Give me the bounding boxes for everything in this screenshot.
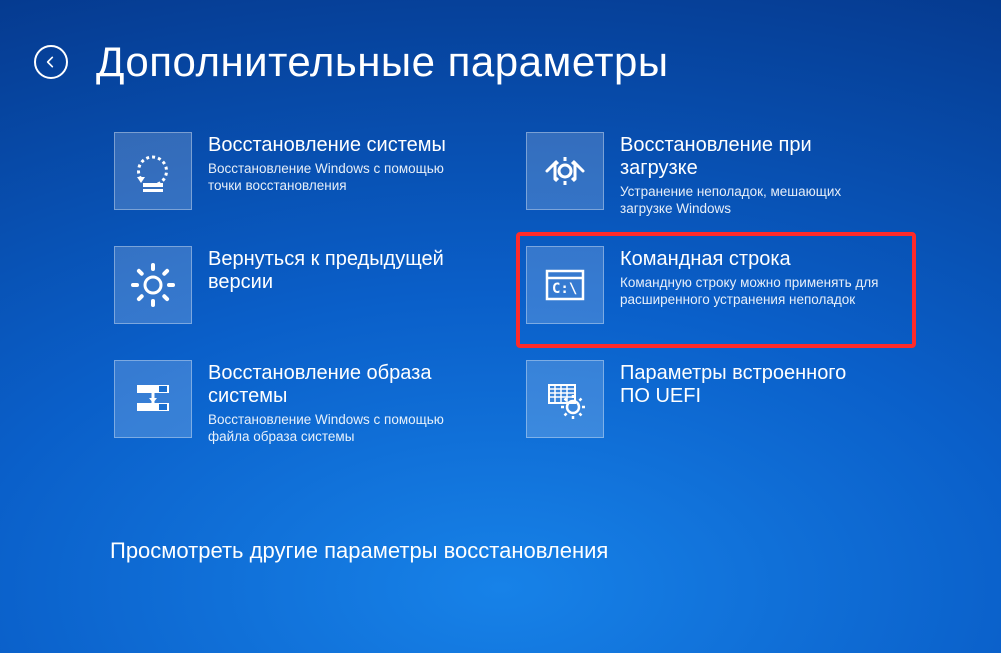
- more-options-link[interactable]: Просмотреть другие параметры восстановле…: [110, 538, 608, 564]
- tile-title: Восстановление образа системы: [208, 362, 468, 408]
- tile-go-back[interactable]: Вернуться к предыдущей версии: [110, 242, 498, 338]
- tile-title: Вернуться к предыдущей версии: [208, 248, 468, 294]
- tile-desc: Командную строку можно применять для рас…: [620, 275, 880, 309]
- tile-desc: Восстановление Windows с помощью файла о…: [208, 412, 468, 446]
- tile-image-recovery[interactable]: Восстановление образа системы Восстановл…: [110, 356, 498, 452]
- tile-title: Восстановление системы: [208, 134, 468, 157]
- arrow-left-icon: [43, 54, 59, 70]
- image-recovery-icon: [114, 360, 192, 438]
- tile-text: Восстановление при загрузке Устранение н…: [620, 132, 880, 220]
- back-button[interactable]: [34, 45, 68, 79]
- tile-desc: Восстановление Windows с помощью точки в…: [208, 161, 468, 195]
- tile-desc: Устранение неполадок, мешающих загрузке …: [620, 184, 880, 218]
- uefi-icon: [526, 360, 604, 438]
- tile-uefi[interactable]: Параметры встроенного ПО UEFI: [522, 356, 910, 452]
- gear-icon: [114, 246, 192, 324]
- tile-text: Вернуться к предыдущей версии: [208, 246, 468, 334]
- tiles-grid: Восстановление системы Восстановление Wi…: [110, 128, 910, 452]
- tile-text: Восстановление образа системы Восстановл…: [208, 360, 468, 448]
- tile-title: Восстановление при загрузке: [620, 134, 880, 180]
- tile-text: Параметры встроенного ПО UEFI: [620, 360, 880, 448]
- tile-command-prompt[interactable]: C:\ Командная строка Командную строку мо…: [516, 232, 916, 348]
- cmd-icon: C:\: [526, 246, 604, 324]
- header: Дополнительные параметры: [34, 38, 669, 86]
- startup-repair-icon: [526, 132, 604, 210]
- tile-system-restore[interactable]: Восстановление системы Восстановление Wi…: [110, 128, 498, 224]
- tile-startup-repair[interactable]: Восстановление при загрузке Устранение н…: [522, 128, 910, 224]
- tile-text: Командная строка Командную строку можно …: [620, 246, 880, 334]
- svg-text:C:\: C:\: [552, 281, 577, 297]
- page-title: Дополнительные параметры: [96, 38, 669, 86]
- system-restore-icon: [114, 132, 192, 210]
- tile-text: Восстановление системы Восстановление Wi…: [208, 132, 468, 220]
- tile-title: Командная строка: [620, 248, 880, 271]
- tile-title: Параметры встроенного ПО UEFI: [620, 362, 880, 408]
